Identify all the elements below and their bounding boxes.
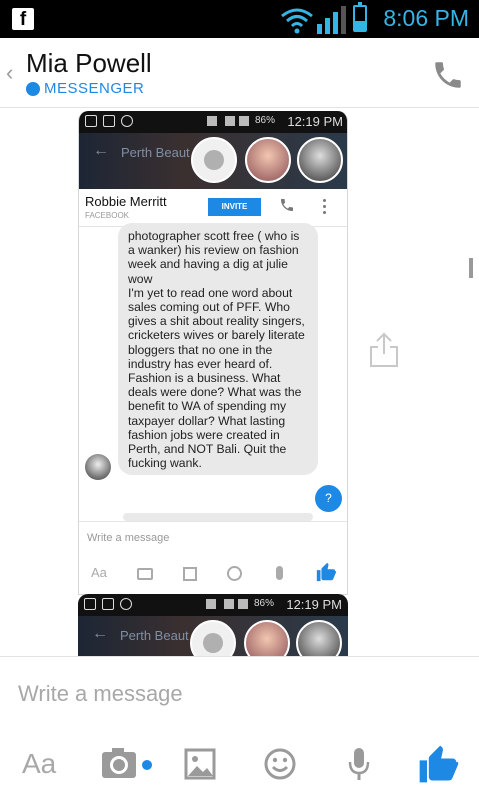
shared-image-1[interactable]: 86% 12:19 PM ← Perth Beaut Robbie Merrit… [78, 111, 348, 595]
microphone-icon [276, 566, 283, 580]
chevron-left-icon[interactable]: ‹ [6, 60, 13, 86]
gallery-icon [102, 598, 114, 610]
avatar [244, 620, 290, 656]
emoji-icon [227, 566, 242, 581]
wifi-icon [225, 116, 235, 126]
phone-icon[interactable] [431, 58, 465, 92]
avatar [296, 620, 342, 656]
avatar [297, 137, 343, 183]
microphone-icon[interactable] [346, 746, 372, 782]
thumbs-up-icon[interactable] [416, 742, 460, 786]
message-bubble [123, 513, 313, 521]
arrow-left-icon: ← [93, 142, 109, 159]
thumbs-up-icon [316, 562, 337, 582]
battery-icon [353, 2, 367, 32]
arrow-left-icon: ← [92, 625, 108, 642]
composer-placeholder: Write a message [87, 532, 170, 544]
gallery-icon [183, 567, 197, 581]
mini-status-bar: 86% 12:19 PM [79, 111, 347, 133]
messenger-icon [26, 81, 40, 96]
messenger-icon [121, 115, 133, 127]
avatar [245, 137, 291, 183]
facebook-icon [84, 598, 96, 610]
message-input[interactable]: Write a message [18, 681, 183, 707]
facebook-icon: f [12, 8, 34, 30]
more-icon [323, 199, 326, 215]
avatar [85, 454, 111, 480]
signal-icon [238, 599, 248, 609]
contact-source: FACEBOOK [85, 211, 130, 220]
messenger-bubble-icon [190, 620, 236, 656]
mini-toolbar: Aa [79, 553, 347, 593]
signal-icon [239, 116, 249, 126]
mini-composer: Write a message [79, 521, 347, 553]
chat-head-banner: ← Perth Beaut [78, 616, 348, 656]
camera-indicator [142, 760, 152, 770]
messenger-label: MESSENGER [26, 80, 144, 97]
banner-title: Perth Beaut [121, 145, 190, 160]
facebook-icon [85, 115, 97, 127]
camera-icon[interactable] [100, 746, 140, 782]
gallery-icon [103, 115, 115, 127]
mini-time: 12:19 PM [287, 114, 343, 129]
chat-head-banner: ← Perth Beaut [79, 133, 347, 189]
messenger-bubble-icon [191, 137, 237, 183]
share-icon[interactable] [368, 332, 400, 368]
scrollbar[interactable] [469, 258, 473, 278]
phone-icon [281, 199, 293, 211]
mini-status-bar: 86% 12:19 PM [78, 594, 348, 616]
shared-image-2[interactable]: 86% 12:19 PM ← Perth Beaut [78, 594, 348, 656]
emoji-icon[interactable] [263, 747, 297, 781]
wifi-icon [224, 599, 234, 609]
battery-percent: 86% [255, 115, 276, 126]
mini-time: 12:19 PM [286, 597, 342, 612]
status-time: 8:06 PM [383, 5, 469, 31]
contact-name[interactable]: Mia Powell [26, 48, 152, 79]
mute-icon [207, 116, 217, 126]
wifi-icon [281, 8, 313, 34]
chat-header: Robbie Merritt FACEBOOK INVITE [79, 189, 347, 227]
composer-toolbar: Aa [0, 734, 479, 799]
message-thread[interactable]: 86% 12:19 PM ← Perth Beaut Robbie Merrit… [0, 108, 479, 656]
status-bar: f 8:06 PM [0, 0, 479, 38]
message-composer[interactable]: Write a message [0, 656, 479, 734]
banner-title: Perth Beaut [120, 628, 189, 643]
conversation-header: ‹ Mia Powell MESSENGER [0, 38, 479, 108]
messenger-text: MESSENGER [44, 80, 145, 97]
text-size-icon: Aa [91, 565, 107, 580]
mute-icon [206, 599, 216, 609]
signal-icon [317, 6, 346, 34]
invite-button: INVITE [208, 198, 261, 216]
camera-icon [137, 568, 153, 580]
gallery-icon[interactable] [184, 748, 216, 780]
contact-name: Robbie Merritt [85, 194, 167, 209]
battery-percent: 86% [254, 598, 275, 609]
messenger-icon [120, 598, 132, 610]
question-bubble: ? [315, 485, 342, 512]
text-size-icon[interactable]: Aa [22, 748, 56, 780]
message-bubble: photographer scott free ( who is a wanke… [118, 223, 318, 475]
